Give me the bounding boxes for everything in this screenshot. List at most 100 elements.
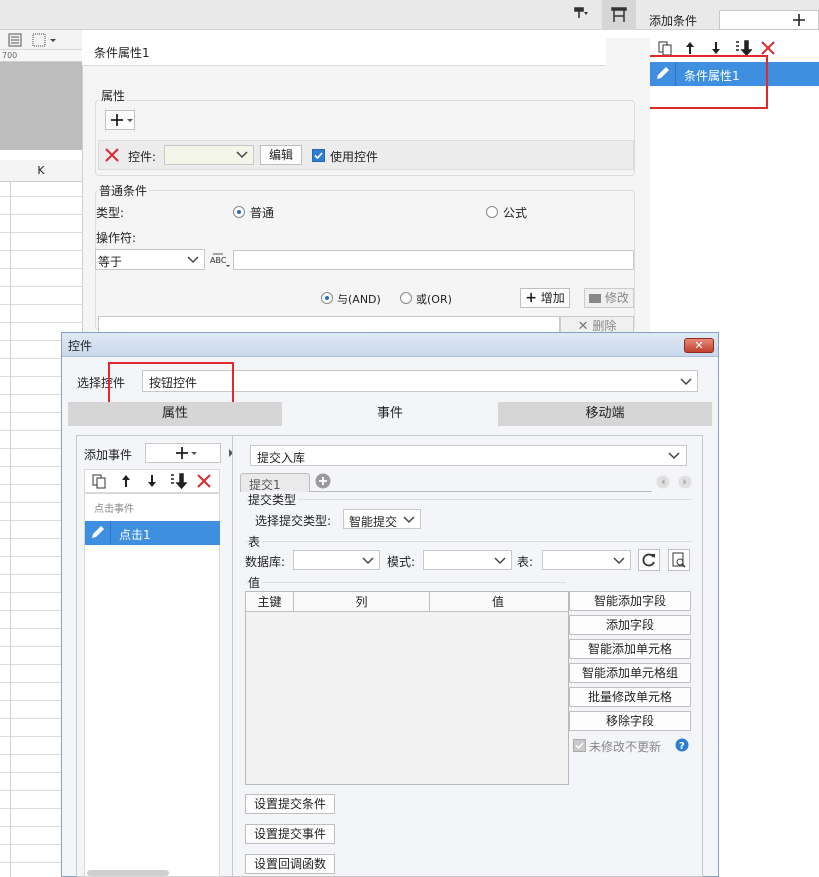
chevron-down-icon bbox=[402, 514, 416, 526]
add-condition-button-label: 增加 bbox=[540, 291, 565, 305]
move-bottom-icon[interactable] bbox=[734, 40, 752, 56]
add-condition-input[interactable] bbox=[719, 10, 819, 30]
move-bottom-icon[interactable] bbox=[169, 473, 187, 489]
text-value-icon[interactable]: ABC bbox=[209, 249, 231, 269]
mode-label: 模式: bbox=[387, 555, 416, 569]
use-widget-label: 使用控件 bbox=[330, 150, 379, 164]
widget-label: 控件: bbox=[128, 150, 157, 164]
help-icon[interactable]: ? bbox=[675, 738, 689, 752]
copy-icon[interactable] bbox=[92, 474, 106, 489]
mode-dropdown[interactable] bbox=[423, 550, 512, 570]
column-header-key[interactable]: 主键 bbox=[246, 592, 294, 612]
dialog-title: 控件 bbox=[62, 333, 718, 357]
submit-type-dropdown[interactable]: 智能提交 bbox=[343, 509, 421, 529]
batch-modify-cell-button[interactable]: 批量修改单元格 bbox=[569, 687, 691, 707]
tab-mobile[interactable]: 移动端 bbox=[498, 402, 712, 426]
copy-icon[interactable] bbox=[658, 41, 672, 56]
format-brush-icon[interactable] bbox=[573, 6, 589, 20]
move-up-icon[interactable] bbox=[120, 474, 132, 488]
condition-value-input[interactable] bbox=[233, 250, 634, 270]
edit-button[interactable]: 编辑 bbox=[260, 145, 302, 165]
normal-condition-group-label: 普通条件 bbox=[97, 182, 150, 199]
operator-value: 等于 bbox=[98, 255, 123, 269]
svg-text:?: ? bbox=[679, 741, 685, 752]
pencil-icon bbox=[85, 521, 111, 545]
splitter[interactable] bbox=[232, 436, 233, 877]
chevron-down-icon bbox=[493, 555, 507, 567]
table-group-label: 表 bbox=[248, 533, 263, 550]
set-submit-condition-button[interactable]: 设置提交条件 bbox=[245, 794, 336, 814]
chevron-down-icon bbox=[186, 254, 200, 266]
remove-widget-icon[interactable] bbox=[104, 147, 120, 163]
delete-icon[interactable] bbox=[761, 41, 775, 55]
tab-attributes[interactable]: 属性 bbox=[68, 402, 282, 426]
svg-text:ABC: ABC bbox=[210, 256, 227, 265]
set-callback-button[interactable]: 设置回调函数 bbox=[245, 854, 336, 874]
tab-events[interactable]: 事件 bbox=[282, 402, 498, 426]
refresh-button[interactable] bbox=[638, 549, 660, 571]
or-radio[interactable] bbox=[400, 292, 412, 304]
chevron-down-icon bbox=[679, 376, 693, 388]
event-list-item[interactable]: 点击1 bbox=[85, 521, 220, 545]
attributes-group-label: 属性 bbox=[99, 87, 128, 104]
column-header[interactable]: K bbox=[0, 160, 82, 182]
table-dropdown[interactable] bbox=[542, 550, 631, 570]
delete-button-label: 删除 bbox=[592, 319, 617, 333]
event-list[interactable] bbox=[84, 493, 220, 877]
operator-label: 操作符: bbox=[96, 231, 137, 245]
add-condition-button[interactable]: + 增加 bbox=[520, 288, 570, 308]
scroll-left-icon[interactable] bbox=[656, 475, 670, 489]
add-field-button[interactable]: 添加字段 bbox=[569, 615, 691, 635]
set-submit-event-button[interactable]: 设置提交事件 bbox=[245, 824, 336, 844]
close-button[interactable]: ✕ bbox=[684, 338, 714, 353]
submit-mode-dropdown[interactable]: 提交入库 bbox=[250, 445, 687, 466]
operator-select[interactable]: 等于 bbox=[95, 249, 205, 270]
search-document-icon bbox=[672, 552, 686, 568]
no-update-checkbox[interactable] bbox=[573, 739, 586, 752]
select-submit-type-label: 选择提交类型: bbox=[255, 514, 332, 528]
collapse-arrow-icon[interactable] bbox=[228, 449, 234, 457]
border-dropdown-icon[interactable] bbox=[32, 33, 58, 47]
smart-add-cell-group-button[interactable]: 智能添加单元格组 bbox=[569, 663, 691, 683]
smart-add-cell-button[interactable]: 智能添加单元格 bbox=[569, 639, 691, 659]
chevron-down-icon bbox=[667, 450, 681, 462]
move-up-icon[interactable] bbox=[684, 41, 696, 55]
subtab-label: 提交1 bbox=[249, 478, 281, 492]
type-formula-radio[interactable] bbox=[486, 206, 498, 218]
and-radio[interactable] bbox=[321, 292, 333, 304]
add-subtab-icon[interactable] bbox=[315, 473, 331, 489]
submit-type-value: 智能提交 bbox=[349, 515, 398, 529]
click-event-group-label: 点击事件 bbox=[94, 504, 134, 515]
column-header-value[interactable]: 值 bbox=[430, 592, 566, 612]
modify-button-label: 修改 bbox=[604, 291, 629, 305]
type-normal-radio[interactable] bbox=[233, 206, 245, 218]
widget-select[interactable] bbox=[164, 145, 254, 165]
modify-icon bbox=[589, 294, 602, 303]
database-dropdown[interactable] bbox=[293, 550, 380, 570]
condition-panel-title: 条件属性1 bbox=[82, 38, 606, 66]
delete-icon[interactable] bbox=[197, 474, 211, 488]
scroll-right-icon[interactable] bbox=[678, 475, 692, 489]
add-attribute-button[interactable] bbox=[105, 110, 135, 130]
field-table[interactable] bbox=[245, 591, 569, 785]
move-down-icon[interactable] bbox=[710, 41, 722, 55]
preview-table-button[interactable] bbox=[668, 549, 690, 571]
use-widget-checkbox[interactable] bbox=[312, 149, 325, 162]
modify-condition-button[interactable]: 修改 bbox=[584, 288, 634, 308]
add-condition-label: 添加条件 bbox=[649, 14, 698, 28]
and-label: 与(AND) bbox=[337, 293, 381, 306]
subtab-submit[interactable]: 提交1 bbox=[240, 473, 310, 492]
layout-tab[interactable] bbox=[602, 0, 636, 30]
add-event-dropdown[interactable] bbox=[145, 443, 221, 463]
move-down-icon[interactable] bbox=[146, 474, 158, 488]
divider bbox=[246, 541, 692, 542]
plus-icon[interactable] bbox=[792, 13, 806, 27]
column-header-column[interactable]: 列 bbox=[294, 592, 430, 612]
remove-field-button[interactable]: 移除字段 bbox=[569, 711, 691, 731]
scrollbar[interactable] bbox=[87, 870, 169, 876]
submit-mode-value: 提交入库 bbox=[257, 451, 306, 465]
report-canvas bbox=[0, 62, 82, 150]
list-icon[interactable] bbox=[8, 33, 22, 47]
smart-add-field-button[interactable]: 智能添加字段 bbox=[569, 591, 691, 611]
database-label: 数据库: bbox=[245, 555, 286, 569]
